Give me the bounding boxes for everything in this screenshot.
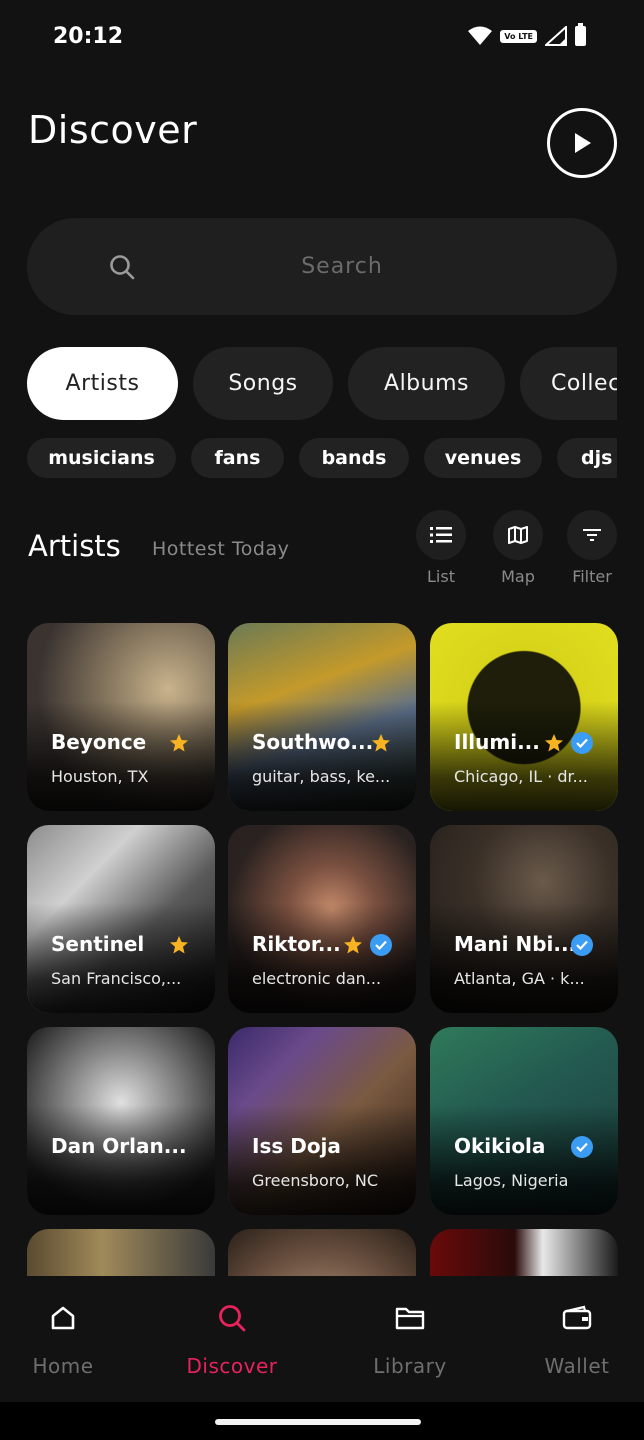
verified-icon: [571, 934, 593, 956]
battery-icon: [575, 23, 586, 46]
map-view-button[interactable]: Map: [488, 510, 548, 586]
play-button[interactable]: [547, 108, 617, 178]
volte-icon: Vo LTE: [500, 29, 537, 43]
search-icon: [110, 255, 135, 280]
artist-subtitle: Atlanta, GA · k...: [454, 969, 585, 988]
home-icon: [3, 1302, 123, 1334]
artist-name: Illumi...: [454, 730, 540, 754]
star-icon: [170, 734, 188, 752]
artist-card[interactable]: [430, 1229, 618, 1276]
star-icon: [372, 734, 390, 752]
nav-home[interactable]: Home: [3, 1302, 123, 1378]
nav-library-label: Library: [373, 1354, 447, 1378]
artist-card[interactable]: Southwo... guitar, bass, ke...: [228, 623, 416, 811]
artist-subtitle: Chicago, IL · dr...: [454, 767, 588, 786]
filter-icon: [567, 510, 617, 560]
artist-card[interactable]: Riktor... electronic dan...: [228, 825, 416, 1013]
artist-name: Dan Orlan...: [51, 1134, 187, 1158]
wallet-icon: [517, 1302, 637, 1334]
artist-name: Iss Doja: [252, 1134, 341, 1158]
list-icon: [416, 510, 466, 560]
filter-button[interactable]: Filter: [562, 510, 622, 586]
chip-djs[interactable]: djs: [557, 438, 617, 478]
artist-subtitle: Houston, TX: [51, 767, 149, 786]
category-tabs: Artists Songs Albums Collec: [27, 347, 617, 420]
chip-bands[interactable]: bands: [299, 438, 409, 478]
wifi-icon: [468, 26, 493, 45]
nav-wallet-label: Wallet: [544, 1354, 610, 1378]
nav-library[interactable]: Library: [350, 1302, 470, 1378]
nav-discover-label: Discover: [186, 1354, 278, 1378]
chip-venues[interactable]: venues: [424, 438, 542, 478]
verified-icon: [571, 1136, 593, 1158]
signal-icon: [545, 26, 567, 46]
chip-musicians[interactable]: musicians: [27, 438, 176, 478]
artist-card[interactable]: [228, 1229, 416, 1276]
list-view-label: List: [427, 567, 455, 586]
tab-albums[interactable]: Albums: [348, 347, 505, 420]
artist-name: Southwo...: [252, 730, 374, 754]
section-subtitle: Hottest Today: [152, 538, 290, 560]
artist-subtitle: guitar, bass, ke...: [252, 767, 391, 786]
nav-wallet[interactable]: Wallet: [517, 1302, 637, 1378]
status-icons: Vo LTE: [468, 23, 586, 46]
artist-name: Sentinel: [51, 932, 145, 956]
tab-collections[interactable]: Collec: [520, 347, 617, 420]
star-icon: [344, 936, 362, 954]
artist-name: Okikiola: [454, 1134, 546, 1158]
artist-card[interactable]: Beyonce Houston, TX: [27, 623, 215, 811]
verified-icon: [370, 934, 392, 956]
list-view-button[interactable]: List: [411, 510, 471, 586]
bottom-nav: Home Discover Library Wallet: [0, 1276, 644, 1402]
tab-songs[interactable]: Songs: [193, 347, 333, 420]
nav-home-label: Home: [32, 1354, 94, 1378]
page-title: Discover: [28, 108, 198, 152]
map-icon: [493, 510, 543, 560]
status-bar: 20:12 Vo LTE: [0, 0, 644, 76]
star-icon: [170, 936, 188, 954]
artist-name: Riktor...: [252, 932, 341, 956]
section-title: Artists: [28, 529, 121, 563]
search-input[interactable]: [157, 248, 587, 284]
status-time: 20:12: [53, 24, 124, 49]
artist-name: Beyonce: [51, 730, 147, 754]
verified-icon: [571, 732, 593, 754]
folder-icon: [350, 1302, 470, 1334]
map-view-label: Map: [501, 567, 535, 586]
artist-card[interactable]: Dan Orlan...: [27, 1027, 215, 1215]
tab-artists[interactable]: Artists: [27, 347, 178, 420]
artist-card[interactable]: Mani Nbi... Atlanta, GA · k...: [430, 825, 618, 1013]
artist-subtitle: San Francisco,...: [51, 969, 182, 988]
nav-discover[interactable]: Discover: [172, 1302, 292, 1378]
artist-subtitle: Greensboro, NC: [252, 1171, 379, 1190]
star-icon: [545, 734, 563, 752]
artist-subtitle: Lagos, Nigeria: [454, 1171, 569, 1190]
artist-grid: Beyonce Houston, TX Southwo... guitar, b…: [0, 622, 644, 1276]
filter-label: Filter: [572, 567, 612, 586]
chip-fans[interactable]: fans: [191, 438, 284, 478]
search-icon: [172, 1302, 292, 1334]
artist-name: Mani Nbi...: [454, 932, 577, 956]
gesture-handle[interactable]: [215, 1419, 421, 1425]
artist-subtitle: electronic dan...: [252, 969, 382, 988]
search-bar[interactable]: [27, 218, 617, 315]
artist-card[interactable]: Okikiola Lagos, Nigeria: [430, 1027, 618, 1215]
artist-card[interactable]: Iss Doja Greensboro, NC: [228, 1027, 416, 1215]
artist-card[interactable]: [27, 1229, 215, 1276]
filter-chips: musicians fans bands venues djs: [27, 438, 617, 478]
artist-card[interactable]: Illumi... Chicago, IL · dr...: [430, 623, 618, 811]
play-icon: [575, 133, 591, 153]
artist-card[interactable]: Sentinel San Francisco,...: [27, 825, 215, 1013]
